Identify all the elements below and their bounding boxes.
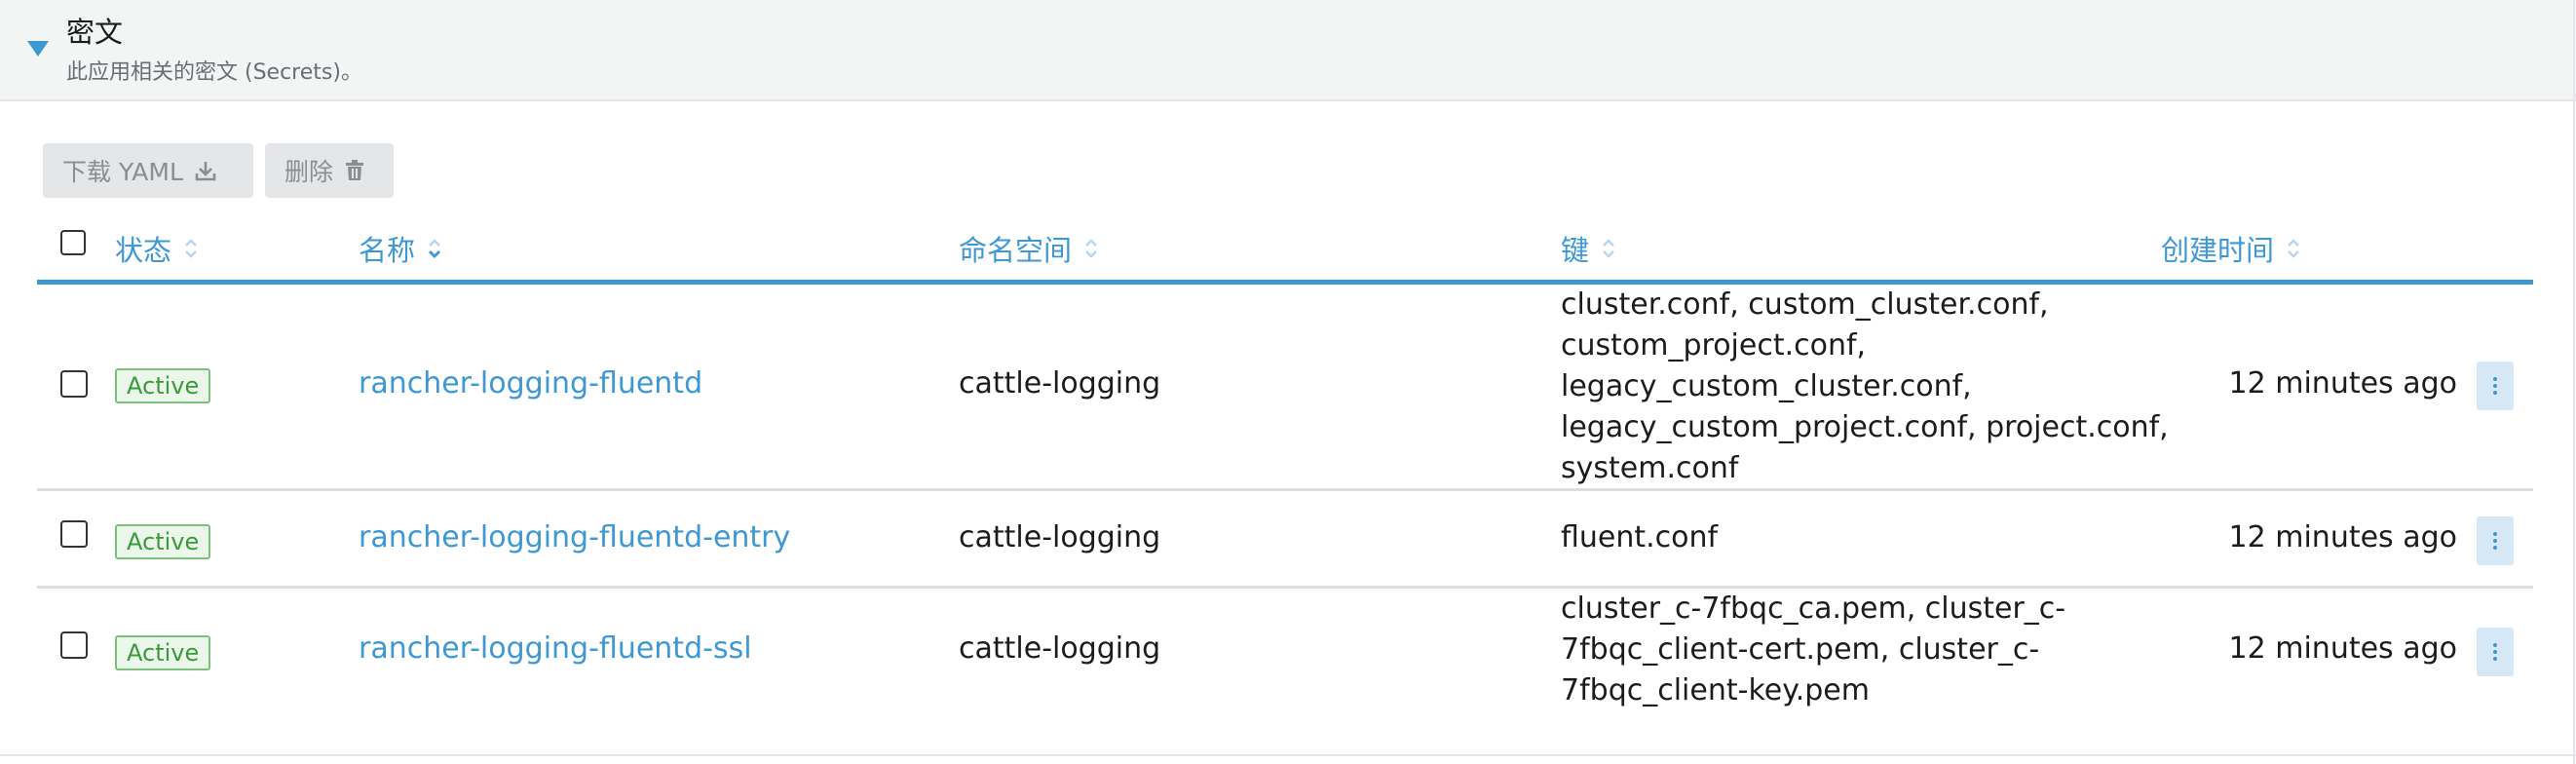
status-badge: Active — [115, 368, 211, 403]
secrets-section-header[interactable]: 密文 此应用相关的密文 (Secrets)。 — [0, 0, 2576, 101]
keys-cell: cluster_c-7fbqc_ca.pem, cluster_c-7fbqc_… — [1561, 592, 2066, 707]
section-subtitle: 此应用相关的密文 (Secrets)。 — [66, 60, 362, 85]
keys-cell: cluster.conf, custom_cluster.conf, custo… — [1561, 287, 2169, 485]
namespace-cell: cattle-logging — [959, 631, 1161, 666]
delete-label: 删除 — [284, 158, 334, 186]
secret-name-link[interactable]: rancher-logging-fluentd-ssl — [359, 631, 752, 666]
collapse-caret-icon[interactable] — [27, 41, 49, 57]
download-yaml-button[interactable]: 下载 YAML — [43, 143, 253, 198]
delete-button[interactable]: 删除 — [265, 143, 394, 198]
keys-cell: fluent.conf — [1561, 520, 1719, 554]
created-cell: 12 minutes ago — [2228, 631, 2457, 666]
namespace-cell: cattle-logging — [959, 366, 1161, 401]
table-row: Active rancher-logging-fluentd-entry cat… — [37, 491, 2533, 589]
column-header-keys[interactable]: 键 — [1561, 228, 1616, 269]
status-badge: Active — [115, 524, 211, 559]
row-actions-menu-icon[interactable] — [2477, 362, 2514, 410]
row-checkbox[interactable] — [60, 631, 88, 659]
secret-name-link[interactable]: rancher-logging-fluentd — [359, 366, 702, 401]
select-all-checkbox[interactable] — [60, 230, 86, 255]
table-row: Active rancher-logging-fluentd-ssl cattl… — [37, 589, 2533, 717]
secret-name-link[interactable]: rancher-logging-fluentd-entry — [359, 520, 790, 554]
table-row: Active rancher-logging-fluentd cattle-lo… — [37, 285, 2533, 491]
sort-icon — [2286, 237, 2301, 260]
sort-icon — [183, 237, 199, 260]
sort-ascending-icon — [427, 237, 442, 260]
column-header-namespace-label: 命名空间 — [959, 234, 1073, 267]
column-header-created[interactable]: 创建时间 — [2161, 228, 2301, 269]
status-badge: Active — [115, 635, 211, 670]
sort-icon — [1601, 237, 1616, 260]
namespace-cell: cattle-logging — [959, 520, 1161, 554]
row-checkbox[interactable] — [60, 370, 88, 398]
row-actions-menu-icon[interactable] — [2477, 516, 2514, 565]
download-yaml-label: 下载 YAML — [62, 158, 183, 186]
column-header-namespace[interactable]: 命名空间 — [959, 228, 1099, 269]
column-header-created-label: 创建时间 — [2161, 234, 2275, 267]
section-title: 密文 — [66, 16, 124, 49]
created-cell: 12 minutes ago — [2228, 520, 2457, 554]
trash-icon — [345, 160, 364, 181]
created-cell: 12 minutes ago — [2228, 366, 2457, 401]
panel-bottom-border — [0, 754, 2576, 756]
download-icon — [195, 160, 216, 181]
column-header-name-label: 名称 — [359, 234, 416, 267]
sort-icon — [1083, 237, 1099, 260]
panel-right-border — [2573, 0, 2575, 764]
row-actions-menu-icon[interactable] — [2477, 628, 2514, 676]
column-header-keys-label: 键 — [1561, 234, 1590, 267]
column-header-state[interactable]: 状态 — [115, 228, 199, 269]
column-header-state-label: 状态 — [115, 234, 172, 267]
row-checkbox[interactable] — [60, 520, 88, 548]
column-header-name[interactable]: 名称 — [359, 228, 442, 269]
